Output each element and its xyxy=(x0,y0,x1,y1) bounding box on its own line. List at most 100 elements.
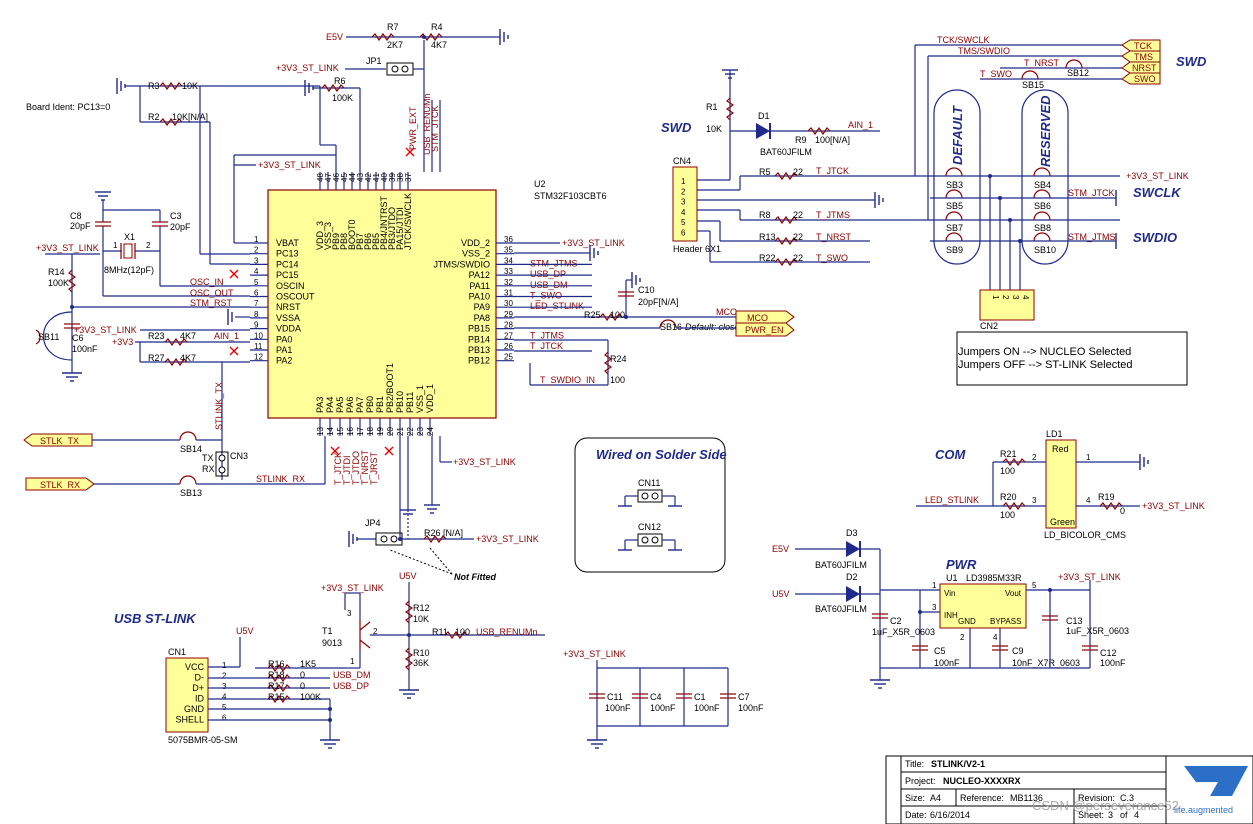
d2-val: BAT60JFILM xyxy=(815,604,867,614)
u2-pin-name: PA8 xyxy=(474,313,490,323)
wired-title: Wired on Solder Side xyxy=(596,447,727,462)
u2-pin-name: PA0 xyxy=(276,334,292,344)
u1-ref: U1 xyxy=(946,573,958,583)
cn1-pin-name: VCC xyxy=(185,662,205,672)
v33-vbat: +3V3_ST_LINK xyxy=(258,160,321,170)
r9-val: 100[N/A] xyxy=(815,135,850,145)
c3-ref: C3 xyxy=(170,211,182,221)
cn2-pin: 3 xyxy=(1011,295,1020,300)
r22-val: 22 xyxy=(793,253,803,263)
u2-pin-no: 10 xyxy=(254,331,263,340)
u2-pin-name: PB11 xyxy=(405,392,415,413)
svg-text:3: 3 xyxy=(1032,496,1037,505)
t-nrst-r13: T_NRST xyxy=(816,232,852,242)
sb9-ref: SB9 xyxy=(946,245,963,255)
reserved-label: RESERVED xyxy=(1038,95,1053,167)
r12-val: 10K xyxy=(413,614,429,624)
r17-val: 0 xyxy=(300,681,305,691)
r6-val: 100K xyxy=(332,93,353,103)
r3-ref: R3 xyxy=(148,81,160,91)
led-stlink-com: LED_STLINK xyxy=(925,495,979,505)
c9-ref: C9 xyxy=(1012,646,1024,656)
u2-pin-no: 14 xyxy=(326,427,335,436)
c8-val: 20pF xyxy=(70,221,91,231)
u2-pin-no: 29 xyxy=(504,310,513,319)
sb3-ref: SB3 xyxy=(946,180,963,190)
u1-byp: BYPASS xyxy=(990,617,1021,626)
u2-pin-name: PB10 xyxy=(395,391,405,413)
u2-pin-no: 18 xyxy=(366,427,375,436)
c8-ref: C8 xyxy=(70,211,82,221)
v3-r23: +3V3 xyxy=(112,337,133,347)
r17-ref: R17 xyxy=(268,681,285,691)
cn2-pins: 1234 xyxy=(991,295,1030,300)
r13-ref: R13 xyxy=(759,232,776,242)
r25-val: 100 xyxy=(610,310,625,320)
u2-pin-name: PA5 xyxy=(335,397,345,413)
t-jtms-r8: T_JTMS xyxy=(816,210,850,220)
u2-pin-name: PA7 xyxy=(355,397,365,413)
d1-val: BAT60JFILM xyxy=(760,147,812,157)
cn1-pin-no: 5 xyxy=(222,703,227,712)
u2-right-net: T_JTMS xyxy=(530,330,564,340)
r22-ref: R22 xyxy=(759,253,776,263)
wired-box: Wired on Solder Side CN11 CN12 xyxy=(574,437,727,573)
schematic: U2 STM32F103CBT6 1 VBAT 2 PC13 3 PC14 4 PC15 5 OS… xyxy=(23,22,1253,824)
tb-date: 6/16/2014 xyxy=(930,810,970,820)
stlk-rx-label: STLK_RX xyxy=(40,480,80,490)
net-t-jrst-b: T_JRST xyxy=(369,451,379,485)
ain1-r9: AIN_1 xyxy=(848,120,873,130)
u2-pin-no: 20 xyxy=(386,427,395,436)
stm-rst: STM_RST xyxy=(190,298,233,308)
cn1-pin-no: 3 xyxy=(222,682,227,691)
u2-right-net: STM_JTMS xyxy=(530,258,578,268)
u2-pin-no: 36 xyxy=(504,235,513,244)
board-ident: Board Ident: PC13=0 xyxy=(26,102,110,112)
svg-text:1: 1 xyxy=(350,657,355,666)
u2-pin-name: VDDA xyxy=(276,324,301,334)
cn3-ref: CN3 xyxy=(230,451,248,461)
ain1-u2: AIN_1 xyxy=(214,331,239,341)
swd-title-top: SWD xyxy=(1176,54,1207,69)
osc-in: OSC_IN xyxy=(190,277,224,287)
u2-pin-name: PC15 xyxy=(276,270,299,280)
u2-pin-name: VDD_2 xyxy=(461,238,490,248)
r7-ref: R7 xyxy=(387,22,399,32)
t-swo-sb15: T_SWO xyxy=(980,69,1012,79)
u2-pin-name: VSSA xyxy=(276,313,300,323)
svg-text:2: 2 xyxy=(1032,453,1037,462)
cn4-pin: 3 xyxy=(681,198,686,207)
osc-out: OSC_OUT xyxy=(190,288,234,298)
r21-ref: R21 xyxy=(1000,449,1017,459)
u2-pin-name: PB1 xyxy=(375,396,385,413)
r8-val: 22 xyxy=(793,210,803,220)
jp4-ref: JP4 xyxy=(365,518,381,528)
cn4-ref: CN4 xyxy=(673,156,691,166)
u2-pin-no: 25 xyxy=(504,353,513,362)
u2-pin-no: 11 xyxy=(254,342,263,351)
cn1-pin-name: SHELL xyxy=(175,715,204,725)
u2-right-net: USB_DP xyxy=(530,269,566,279)
mco-flag-label: MCO xyxy=(747,313,768,323)
u2-pin-no: 34 xyxy=(504,256,513,265)
watermark: CSDN @perseverance52 xyxy=(1032,798,1179,813)
u2-pin-name: PB0 xyxy=(365,396,375,413)
cn2-ref: CN2 xyxy=(980,321,998,331)
v33-pwr: +3V3_ST_LINK xyxy=(1058,572,1121,582)
r8-ref: R8 xyxy=(759,210,771,220)
swclk-label: SWCLK xyxy=(1133,185,1182,200)
swo-label: SWO xyxy=(1134,74,1156,84)
tms-label: TMS xyxy=(1134,52,1153,62)
r10-val: 36K xyxy=(413,658,429,668)
v33-r26: +3V3_ST_LINK xyxy=(476,534,539,544)
u1-vout: Vout xyxy=(1005,589,1022,598)
pwr-section: PWR E5V D3 BAT60JFILM U5V D2 BAT60JFILM … xyxy=(772,528,1129,689)
u2-pin-name: PC13 xyxy=(276,249,299,259)
r1-ref: R1 xyxy=(706,102,718,112)
nrst-label: NRST xyxy=(1132,63,1157,73)
stlink-tx: STLINK_TX xyxy=(214,382,224,430)
u2-pin-no: 7 xyxy=(254,299,259,308)
tb-reference-label: Reference: xyxy=(960,793,1004,803)
c2-val: 1uF_X5R_0603 xyxy=(872,627,935,637)
c10-ref: C10 xyxy=(638,285,655,295)
